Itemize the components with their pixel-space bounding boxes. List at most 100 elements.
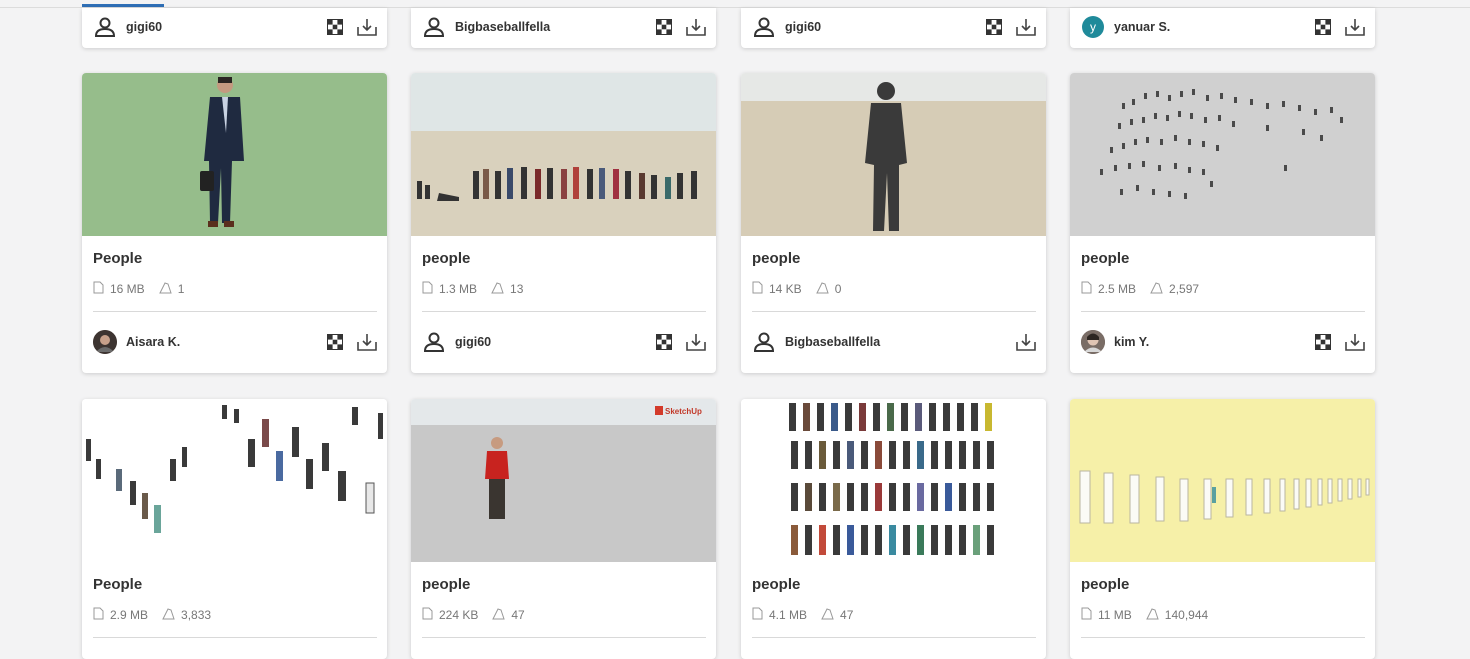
model-card[interactable]: people 11 MB 140,944 [1070, 399, 1375, 659]
avatar: y [1081, 15, 1105, 39]
model-thumbnail[interactable]: SketchUp [411, 399, 716, 562]
download-icon[interactable] [686, 18, 706, 36]
download-icon[interactable] [1345, 333, 1365, 351]
vr-view-icon[interactable] [656, 334, 672, 350]
model-title[interactable]: people [422, 250, 470, 267]
author-link[interactable]: kim Y. [1081, 330, 1149, 354]
file-size: 16 MB [110, 282, 145, 296]
downloads-icon [492, 607, 506, 623]
card-footer: gigi60 [752, 14, 1036, 40]
download-count: 3,833 [181, 608, 212, 622]
file-icon [752, 281, 763, 297]
author-link[interactable]: gigi60 [93, 15, 162, 39]
model-thumbnail[interactable] [82, 399, 387, 562]
download-icon[interactable] [1345, 18, 1365, 36]
model-title[interactable]: people [422, 576, 470, 593]
model-card[interactable]: People 16 MB 1 Aisara K. [82, 73, 387, 373]
model-card[interactable]: People 2.9 MB 3,833 [82, 399, 387, 659]
model-thumbnail[interactable] [741, 73, 1046, 236]
author-name: Bigbaseballfella [785, 335, 881, 349]
author-link[interactable]: gigi60 [422, 330, 491, 354]
vr-view-icon[interactable] [1315, 334, 1331, 350]
file-icon [422, 607, 433, 623]
user-icon [752, 15, 776, 39]
author-name: gigi60 [785, 20, 822, 34]
download-icon[interactable] [686, 333, 706, 351]
card-divider [93, 311, 377, 312]
download-count: 2,597 [1169, 282, 1200, 296]
vr-view-icon[interactable] [327, 334, 343, 350]
file-icon [752, 607, 763, 623]
author-link[interactable]: Bigbaseballfella [752, 330, 880, 354]
download-count: 0 [834, 282, 842, 296]
download-count: 47 [840, 608, 854, 622]
card-footer: kim Y. [1081, 329, 1365, 355]
card-divider [422, 311, 706, 312]
model-meta: 2.9 MB 3,833 [93, 607, 211, 623]
vr-view-icon[interactable] [1315, 19, 1331, 35]
card-divider [93, 637, 377, 638]
card-divider [422, 637, 706, 638]
author-link[interactable]: y yanuar S. [1081, 15, 1170, 39]
model-title[interactable]: people [1081, 576, 1129, 593]
download-icon[interactable] [1016, 333, 1036, 351]
file-icon [1081, 281, 1092, 297]
author-name: Aisara K. [126, 335, 181, 349]
model-card[interactable]: SketchUp people 224 KB 47 [411, 399, 716, 659]
user-icon [422, 15, 446, 39]
card-divider [1081, 311, 1365, 312]
model-title[interactable]: People [93, 250, 142, 267]
model-thumbnail[interactable] [411, 73, 716, 236]
model-card[interactable]: people 4.1 MB 47 [741, 399, 1046, 659]
vr-view-icon[interactable] [327, 19, 343, 35]
user-icon [422, 330, 446, 354]
author-link[interactable]: gigi60 [752, 15, 821, 39]
file-size: 11 MB [1098, 608, 1132, 622]
model-card[interactable]: y yanuar S. [1070, 8, 1375, 48]
card-footer: gigi60 [93, 14, 377, 40]
model-thumbnail[interactable] [1070, 399, 1375, 562]
downloads-icon [1145, 607, 1159, 623]
model-thumbnail[interactable] [82, 73, 387, 236]
model-card[interactable]: people 14 KB 0 Bigbaseballfella [741, 73, 1046, 373]
model-title[interactable]: People [93, 576, 142, 593]
file-size: 4.1 MB [769, 608, 808, 622]
download-count: 1 [177, 282, 185, 296]
active-tab-indicator [82, 4, 164, 7]
model-thumbnail[interactable] [741, 399, 1046, 562]
model-card[interactable]: Bigbaseballfella [411, 8, 716, 48]
model-meta: 14 KB 0 [752, 281, 841, 297]
downloads-icon [815, 281, 829, 297]
download-count: 13 [510, 282, 524, 296]
card-footer: Bigbaseballfella [422, 14, 706, 40]
model-meta: 1.3 MB 13 [422, 281, 523, 297]
author-name: Bigbaseballfella [455, 20, 551, 34]
downloads-icon [1150, 281, 1163, 297]
model-meta: 16 MB 1 [93, 281, 184, 297]
model-title[interactable]: people [752, 576, 800, 593]
file-size: 2.9 MB [110, 608, 149, 622]
avatar [93, 330, 117, 354]
file-size: 14 KB [769, 282, 802, 296]
model-title[interactable]: people [752, 250, 800, 267]
author-link[interactable]: Bigbaseballfella [422, 15, 550, 39]
model-title[interactable]: people [1081, 250, 1129, 267]
card-divider [752, 637, 1036, 638]
model-card[interactable]: gigi60 [82, 8, 387, 48]
file-icon [93, 607, 104, 623]
download-icon[interactable] [357, 333, 377, 351]
vr-view-icon[interactable] [986, 19, 1002, 35]
model-thumbnail[interactable] [1070, 73, 1375, 236]
model-card[interactable]: gigi60 [741, 8, 1046, 48]
model-card[interactable]: people 2.5 MB 2,597 kim Y. [1070, 73, 1375, 373]
author-link[interactable]: Aisara K. [93, 330, 180, 354]
vr-view-icon[interactable] [656, 19, 672, 35]
author-name: yanuar S. [1114, 20, 1171, 34]
card-divider [752, 311, 1036, 312]
model-meta: 4.1 MB 47 [752, 607, 853, 623]
author-name: kim Y. [1114, 335, 1150, 349]
download-icon[interactable] [1016, 18, 1036, 36]
model-card[interactable]: people 1.3 MB 13 gigi60 [411, 73, 716, 373]
download-icon[interactable] [357, 18, 377, 36]
card-footer: Bigbaseballfella [752, 329, 1036, 355]
